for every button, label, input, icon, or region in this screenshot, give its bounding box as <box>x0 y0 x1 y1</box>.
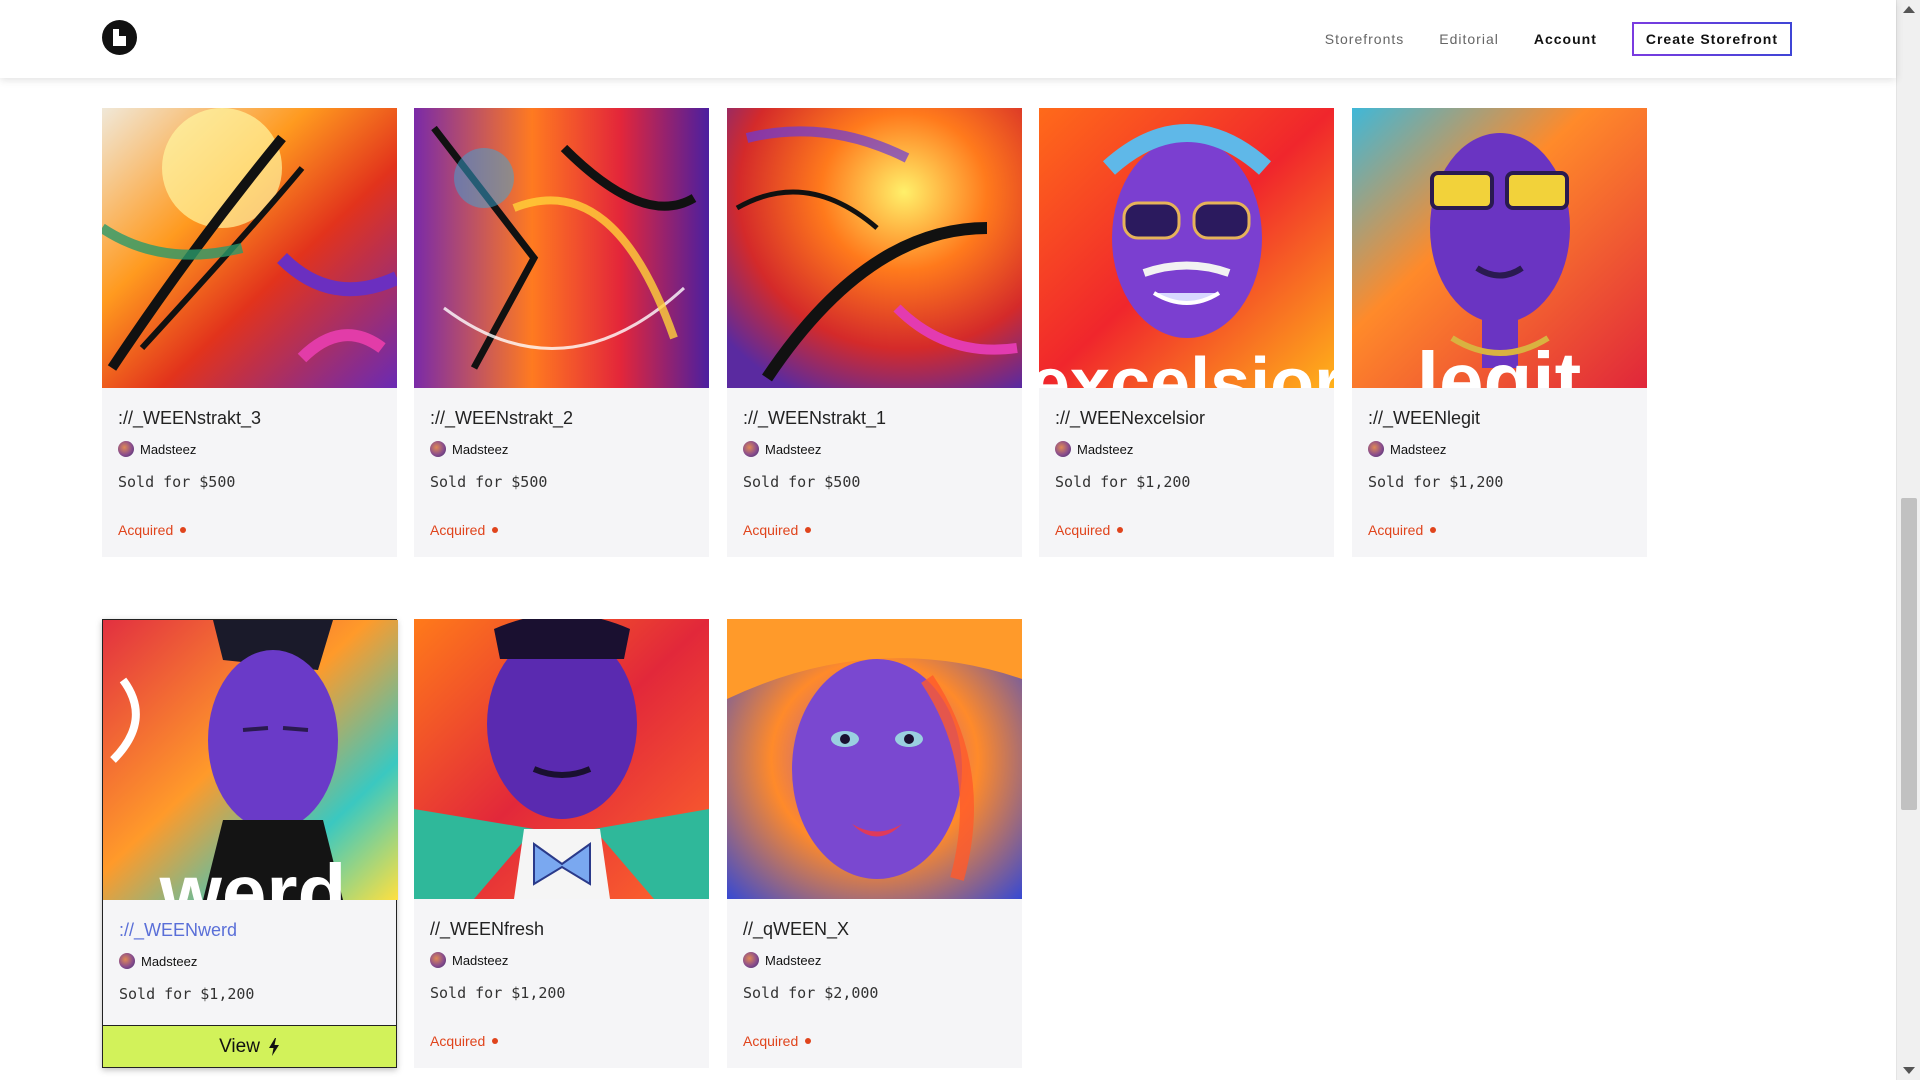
status-label: Acquired <box>1055 522 1111 538</box>
sale-price: Sold for $1,200 <box>1368 473 1504 491</box>
artwork-title: //_WEENfresh <box>430 919 545 939</box>
lightning-bolt-icon <box>268 1037 279 1056</box>
creator-name: Madsteez <box>765 952 822 968</box>
status-badge: Acquired <box>743 1033 812 1049</box>
creator-avatar <box>430 441 446 457</box>
creator: Madsteez <box>118 441 196 457</box>
creator-avatar <box>1368 441 1384 457</box>
creator-avatar <box>118 441 134 457</box>
nft-card-hovered[interactable]: werd ://_WEENwerd Madsteez Sold for $1,2… <box>102 619 398 1068</box>
artwork-title: ://_WEENlegit <box>1368 408 1481 428</box>
status-badge: Acquired <box>430 522 499 538</box>
creator: Madsteez <box>743 441 821 457</box>
artwork-image <box>414 619 709 899</box>
nft-card[interactable]: //_WEENfresh Madsteez Sold for $1,200 Ac… <box>414 619 709 1068</box>
artwork-image: legit <box>1352 108 1647 388</box>
main-nav: Storefronts Editorial Account Create Sto… <box>1325 21 1792 57</box>
view-button-label: View <box>219 1035 260 1057</box>
creator-avatar <box>1055 441 1071 457</box>
artwork-image <box>102 108 397 388</box>
artwork-image <box>727 108 1022 388</box>
status-badge: Acquired <box>1368 522 1437 538</box>
creator: Madsteez <box>1368 441 1446 457</box>
sale-price: Sold for $1,200 <box>119 985 255 1003</box>
artwork-title: //_qWEEN_X <box>743 919 850 939</box>
scroll-down-arrow-icon[interactable] <box>1903 1067 1915 1074</box>
status-label: Acquired <box>743 1033 799 1049</box>
artwork-overlay-text: excelsior <box>1039 344 1334 388</box>
status-dot-icon <box>1430 527 1437 533</box>
status-label: Acquired <box>430 1033 486 1049</box>
creator-name: Madsteez <box>1390 441 1447 457</box>
creator-name: Madsteez <box>1077 441 1134 457</box>
creator-name: Madsteez <box>452 952 509 968</box>
brand-logo[interactable] <box>102 20 137 55</box>
status-badge: Acquired <box>118 522 187 538</box>
creator: Madsteez <box>743 952 821 968</box>
sale-price: Sold for $500 <box>743 473 861 491</box>
view-button[interactable]: View <box>102 1025 397 1068</box>
artwork-overlay-text: legit <box>1417 336 1581 388</box>
creator-avatar <box>743 952 759 968</box>
nft-card[interactable]: ://_WEENstrakt_2 Madsteez Sold for $500 … <box>414 108 709 557</box>
scrollbar-thumb[interactable] <box>1901 498 1917 810</box>
creator-avatar <box>430 952 446 968</box>
artwork-overlay-text: werd <box>159 848 347 900</box>
sale-price: Sold for $1,200 <box>430 984 566 1002</box>
sale-price: Sold for $500 <box>118 473 236 491</box>
nft-card[interactable]: ://_WEENstrakt_1 Madsteez Sold for $500 … <box>727 108 1022 557</box>
nav-storefronts-link[interactable]: Storefronts <box>1325 31 1404 47</box>
scroll-up-arrow-icon[interactable] <box>1903 6 1915 13</box>
creator-avatar <box>119 953 135 969</box>
page: Storefronts Editorial Account Create Sto… <box>0 0 1920 1080</box>
status-label: Acquired <box>1368 522 1424 538</box>
status-dot-icon <box>805 1038 812 1044</box>
status-badge: Acquired <box>430 1033 499 1049</box>
top-nav-bar: Storefronts Editorial Account Create Sto… <box>0 0 1896 78</box>
creator-name: Madsteez <box>765 441 822 457</box>
sale-price: Sold for $1,200 <box>1055 473 1191 491</box>
create-storefront-button[interactable]: Create Storefront <box>1631 22 1792 56</box>
nft-card[interactable]: legit ://_WEENlegit Madsteez Sold for $1… <box>1352 108 1647 557</box>
nft-card[interactable]: ://_WEENstrakt_3 Madsteez Sold for $500 … <box>102 108 397 557</box>
nft-card[interactable]: //_qWEEN_X Madsteez Sold for $2,000 Acqu… <box>727 619 1022 1068</box>
artwork-title: ://_WEENexcelsior <box>1055 408 1206 428</box>
creator: Madsteez <box>1055 441 1133 457</box>
status-label: Acquired <box>430 522 486 538</box>
status-dot-icon <box>492 1038 499 1044</box>
status-dot-icon <box>1117 527 1124 533</box>
nft-card[interactable]: excelsior ://_WEENexcelsior Madsteez Sol… <box>1039 108 1334 557</box>
status-badge: Acquired <box>1055 522 1124 538</box>
creator-name: Madsteez <box>141 953 198 969</box>
status-dot-icon <box>805 527 812 533</box>
artwork-title: ://_WEENstrakt_3 <box>118 408 262 428</box>
artwork-title: ://_WEENstrakt_1 <box>743 408 887 428</box>
status-label: Acquired <box>118 522 174 538</box>
artwork-title: ://_WEENstrakt_2 <box>430 408 574 428</box>
creator-name: Madsteez <box>452 441 509 457</box>
status-badge: Acquired <box>743 522 812 538</box>
creator: Madsteez <box>119 953 197 969</box>
nav-editorial-link[interactable]: Editorial <box>1439 31 1499 47</box>
status-dot-icon <box>180 527 187 533</box>
artwork-image <box>414 108 709 388</box>
sale-price: Sold for $500 <box>430 473 548 491</box>
status-label: Acquired <box>743 522 799 538</box>
artwork-title: ://_WEENwerd <box>119 920 238 940</box>
sale-price: Sold for $2,000 <box>743 984 879 1002</box>
artwork-image: werd <box>103 620 398 900</box>
page-scrollbar[interactable] <box>1896 0 1920 1080</box>
creator: Madsteez <box>430 952 508 968</box>
creator: Madsteez <box>430 441 508 457</box>
nav-account-link[interactable]: Account <box>1534 31 1597 47</box>
creator-avatar <box>743 441 759 457</box>
creator-name: Madsteez <box>140 441 197 457</box>
artwork-image: excelsior <box>1039 108 1334 388</box>
status-dot-icon <box>492 527 499 533</box>
artwork-image <box>727 619 1022 899</box>
